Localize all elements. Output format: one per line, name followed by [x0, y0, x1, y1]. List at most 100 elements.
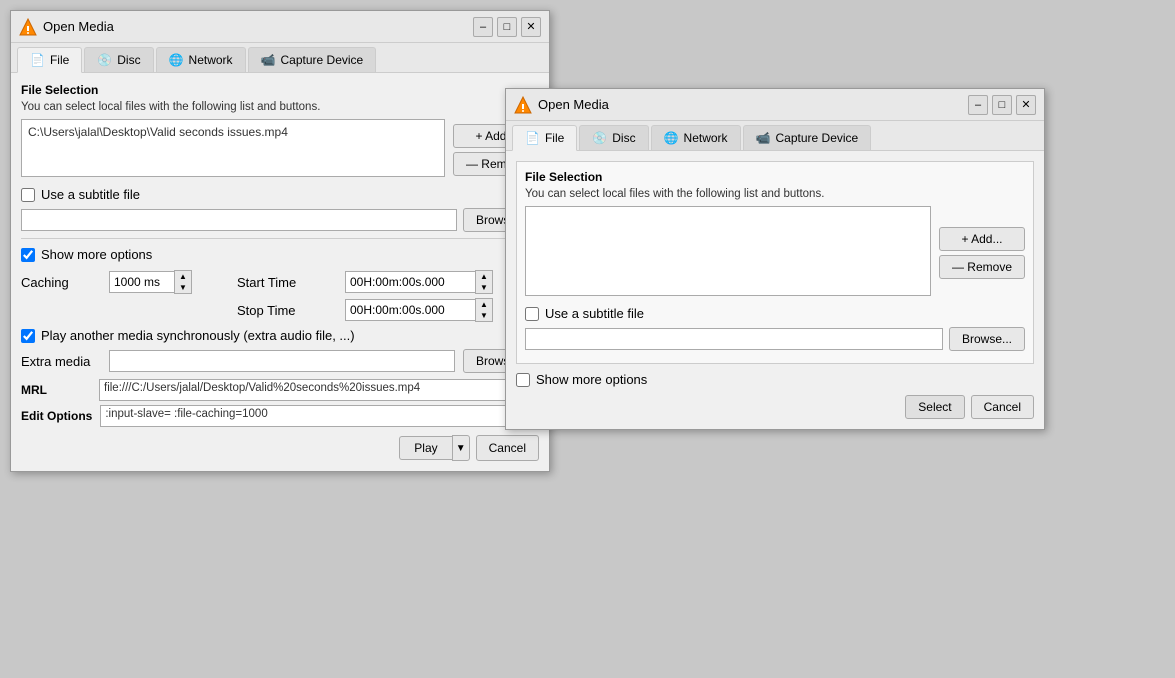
subtitle-checkbox-row-1: Use a subtitle file — [21, 187, 539, 202]
tab-bar-1: 📄 File 💿 Disc 🌐 Network 📹 Capture Device — [11, 43, 549, 73]
close-btn-2[interactable]: ✕ — [1016, 95, 1036, 115]
caching-label-1: Caching — [21, 275, 101, 290]
stop-time-input-1[interactable] — [345, 299, 475, 321]
title-left-1: Open Media — [19, 18, 114, 36]
cancel-btn-2[interactable]: Cancel — [971, 395, 1034, 419]
sync-checkbox-1[interactable] — [21, 329, 35, 343]
edit-options-value-1[interactable]: :input-slave= :file-caching=1000 — [100, 405, 539, 427]
vlc-app-icon-2 — [514, 96, 532, 114]
caching-input-1[interactable] — [109, 271, 174, 293]
mrl-label-1: MRL — [21, 383, 91, 397]
tab-capture-2[interactable]: 📹 Capture Device — [743, 125, 872, 150]
subtitle-input-row-1: Browse... — [21, 208, 539, 232]
start-time-label-1: Start Time — [237, 275, 337, 290]
select-btn-2[interactable]: Select — [905, 395, 964, 419]
file-selection-header-2: File Selection — [525, 170, 1025, 184]
stop-time-label-1: Stop Time — [237, 303, 337, 318]
disc-tab-icon-2: 💿 — [592, 131, 607, 145]
stop-time-arrows-1: ▲ ▼ — [475, 298, 493, 322]
network-tab-icon-2: 🌐 — [664, 131, 679, 145]
show-more-label-1: Show more options — [41, 247, 152, 262]
edit-options-row-1: Edit Options :input-slave= :file-caching… — [21, 405, 539, 427]
window-1-content: File Selection You can select local file… — [11, 73, 549, 471]
maximize-btn-2[interactable]: □ — [992, 95, 1012, 115]
file-selection-section-2: File Selection You can select local file… — [516, 161, 1034, 364]
start-time-down-1[interactable]: ▼ — [476, 282, 492, 293]
capture-tab-label-1: Capture Device — [281, 53, 364, 67]
add-btn-2[interactable]: + Add... — [939, 227, 1025, 251]
tab-file-1[interactable]: 📄 File — [17, 47, 82, 73]
show-more-checkbox-1[interactable] — [21, 248, 35, 262]
network-tab-label-2: Network — [684, 131, 728, 145]
window-2-title: Open Media — [538, 97, 609, 112]
tab-network-1[interactable]: 🌐 Network — [156, 47, 246, 72]
window-1: Open Media – □ ✕ 📄 File 💿 Disc 🌐 Network… — [10, 10, 550, 472]
tab-disc-2[interactable]: 💿 Disc — [579, 125, 648, 150]
stop-time-down-1[interactable]: ▼ — [476, 310, 492, 321]
file-list-row-1: C:\Users\jalal\Desktop\Valid seconds iss… — [21, 119, 539, 181]
extra-media-row-1: Extra media Browse... — [21, 349, 539, 373]
disc-tab-label-1: Disc — [117, 53, 140, 67]
capture-tab-label-2: Capture Device — [776, 131, 859, 145]
subtitle-path-input-2[interactable] — [525, 328, 943, 350]
capture-tab-icon-1: 📹 — [261, 53, 276, 67]
title-bar-1: Open Media – □ ✕ — [11, 11, 549, 43]
file-selection-desc-1: You can select local files with the foll… — [21, 101, 539, 113]
caching-down-1[interactable]: ▼ — [175, 282, 191, 293]
bottom-buttons-2: Select Cancel — [516, 395, 1034, 419]
subtitle-input-row-2: Browse... — [525, 327, 1025, 351]
file-selection-header-1: File Selection — [21, 83, 539, 97]
subtitle-checkbox-1[interactable] — [21, 188, 35, 202]
minimize-btn-2[interactable]: – — [968, 95, 988, 115]
tab-bar-2: 📄 File 💿 Disc 🌐 Network 📹 Capture Device — [506, 121, 1044, 151]
play-btn-1[interactable]: Play — [399, 436, 451, 460]
file-tab-label-2: File — [545, 131, 564, 145]
file-list-1[interactable]: C:\Users\jalal\Desktop\Valid seconds iss… — [21, 119, 445, 177]
extra-media-input-1[interactable] — [109, 350, 455, 372]
show-more-checkbox-2[interactable] — [516, 373, 530, 387]
network-tab-label-1: Network — [189, 53, 233, 67]
disc-tab-icon-1: 💿 — [97, 53, 112, 67]
tab-disc-1[interactable]: 💿 Disc — [84, 47, 153, 72]
title-bar-2: Open Media – □ ✕ — [506, 89, 1044, 121]
show-more-row-1: Show more options — [21, 247, 539, 262]
caching-input-group-1: ▲ ▼ — [109, 270, 229, 294]
window-2-content: File Selection You can select local file… — [506, 151, 1044, 429]
remove-btn-2[interactable]: — Remove — [939, 255, 1025, 279]
caching-arrows-1: ▲ ▼ — [174, 270, 192, 294]
subtitle-path-input-1[interactable] — [21, 209, 457, 231]
capture-tab-icon-2: 📹 — [756, 131, 771, 145]
stop-time-group-1: ▲ ▼ — [345, 298, 505, 322]
start-time-group-1: ▲ ▼ — [345, 270, 505, 294]
subtitle-checkbox-row-2: Use a subtitle file — [525, 306, 1025, 321]
file-tab-label-1: File — [50, 53, 69, 67]
start-time-input-1[interactable] — [345, 271, 475, 293]
subtitle-browse-btn-2[interactable]: Browse... — [949, 327, 1025, 351]
window-2: Open Media – □ ✕ 📄 File 💿 Disc 🌐 Network… — [505, 88, 1045, 430]
file-list-2[interactable] — [525, 206, 931, 296]
show-more-row-2: Show more options — [516, 372, 1034, 387]
caching-up-1[interactable]: ▲ — [175, 271, 191, 282]
tab-capture-1[interactable]: 📹 Capture Device — [248, 47, 377, 72]
start-time-up-1[interactable]: ▲ — [476, 271, 492, 282]
options-grid-1: Caching ▲ ▼ Start Time ▲ ▼ Stop Time — [21, 270, 539, 322]
extra-media-label-1: Extra media — [21, 354, 101, 369]
sync-label-1: Play another media synchronously (extra … — [41, 328, 355, 343]
subtitle-label-2: Use a subtitle file — [545, 306, 644, 321]
tab-file-2[interactable]: 📄 File — [512, 125, 577, 151]
minimize-btn-1[interactable]: – — [473, 17, 493, 37]
stop-time-up-1[interactable]: ▲ — [476, 299, 492, 310]
subtitle-label-1: Use a subtitle file — [41, 187, 140, 202]
maximize-btn-1[interactable]: □ — [497, 17, 517, 37]
sync-row-1: Play another media synchronously (extra … — [21, 328, 539, 343]
subtitle-checkbox-2[interactable] — [525, 307, 539, 321]
title-controls-2: – □ ✕ — [968, 95, 1036, 115]
file-selection-desc-2: You can select local files with the foll… — [525, 188, 1025, 200]
play-dropdown-1[interactable]: ▼ — [452, 435, 470, 461]
start-time-arrows-1: ▲ ▼ — [475, 270, 493, 294]
cancel-btn-1[interactable]: Cancel — [476, 435, 539, 461]
close-btn-1[interactable]: ✕ — [521, 17, 541, 37]
edit-options-label-1: Edit Options — [21, 409, 92, 423]
tab-network-2[interactable]: 🌐 Network — [651, 125, 741, 150]
mrl-value-1[interactable]: file:///C:/Users/jalal/Desktop/Valid%20s… — [99, 379, 539, 401]
